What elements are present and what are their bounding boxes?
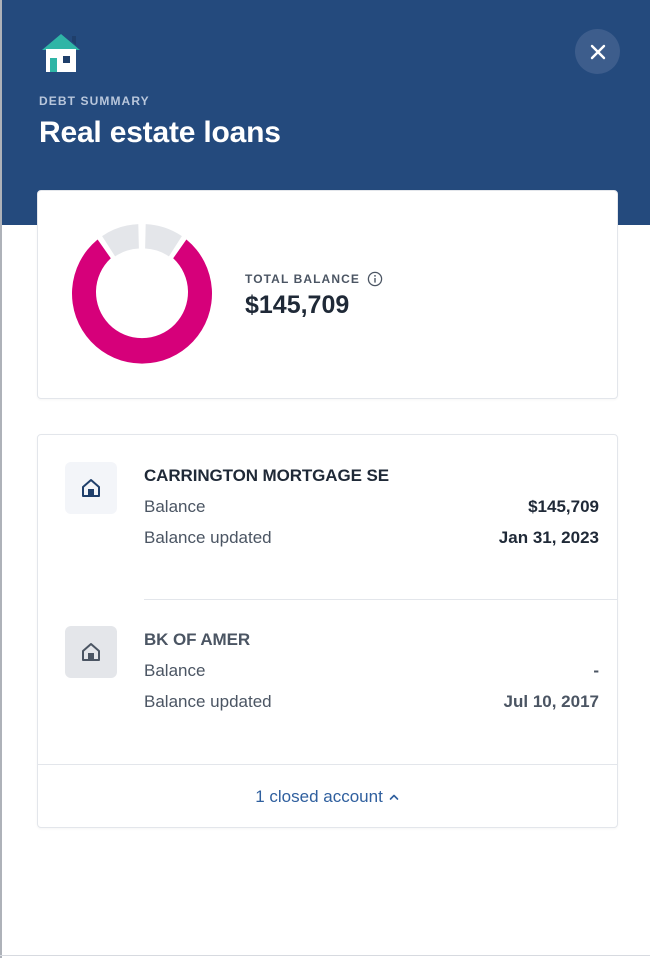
balance-value: $145,709: [528, 497, 599, 516]
balance-label: Balance: [144, 497, 206, 516]
closed-accounts-label: 1 closed account: [255, 786, 383, 806]
close-button[interactable]: [575, 29, 620, 74]
total-balance-value: $145,709: [245, 291, 350, 319]
section-eyebrow: DEBT SUMMARY: [39, 94, 150, 108]
balance-value: -: [593, 661, 599, 680]
total-balance-label: TOTAL BALANCE: [245, 271, 383, 287]
donut-segment-inactive-2: [145, 224, 182, 257]
account-item[interactable]: BK OF AMER Balance - Balance updated Jul…: [38, 626, 617, 716]
balance-updated-value: Jan 31, 2023: [498, 528, 599, 547]
chevron-up-icon: [389, 794, 399, 800]
balance-updated-label: Balance updated: [144, 692, 272, 711]
account-name: BK OF AMER: [144, 630, 251, 649]
balance-updated-label: Balance updated: [144, 528, 272, 547]
info-icon[interactable]: [367, 271, 383, 287]
account-item[interactable]: CARRINGTON MORTGAGE SE Balance $145,709 …: [38, 462, 617, 552]
accounts-list-card: CARRINGTON MORTGAGE SE Balance $145,709 …: [37, 434, 618, 828]
close-icon: [590, 44, 605, 59]
page-title: Real estate loans: [39, 116, 281, 149]
home-icon: [82, 479, 100, 497]
account-name: CARRINGTON MORTGAGE SE: [144, 466, 389, 485]
closed-accounts-toggle[interactable]: 1 closed account: [38, 765, 617, 828]
bottom-edge: [0, 955, 650, 956]
balance-summary-card: TOTAL BALANCE $145,709: [37, 190, 618, 399]
balance-updated-value: Jul 10, 2017: [503, 692, 599, 711]
account-icon-tile: [65, 462, 117, 514]
house-icon: [42, 34, 80, 72]
donut-segment-inactive-1: [102, 224, 139, 257]
home-icon: [82, 643, 100, 661]
account-divider: [144, 599, 617, 600]
balance-donut-chart: [72, 224, 213, 364]
account-icon-tile: [65, 626, 117, 678]
total-balance-label-text: TOTAL BALANCE: [245, 272, 360, 286]
donut-segment-balance: [72, 239, 213, 364]
balance-label: Balance: [144, 661, 206, 680]
